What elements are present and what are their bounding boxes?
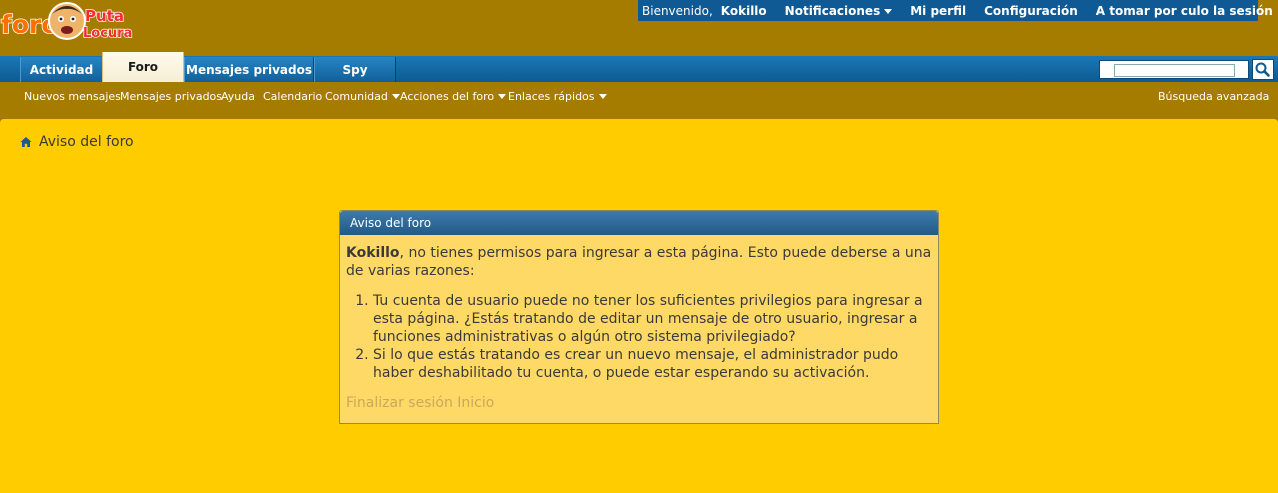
reasons-list: Tu cuenta de usuario puede no tener los … [346, 292, 932, 382]
notifications-menu[interactable]: Notificaciones [785, 4, 893, 18]
subnav-acciones-del-foro[interactable]: Acciones del foro [400, 90, 507, 103]
user-toolbar: Bienvenido, Kokillo Notificaciones Mi pe… [638, 0, 1273, 21]
forum-notice: Aviso del foro Kokillo, no tienes permis… [339, 210, 939, 424]
list-item: Tu cuenta de usuario puede no tener los … [373, 292, 932, 346]
notice-intro-text: , no tienes permisos para ingresar a est… [346, 245, 932, 279]
list-item: Si lo que estás tratando es crear un nue… [373, 346, 932, 382]
subnav-comunidad-label: Comunidad [325, 90, 388, 103]
breadcrumb-current: Aviso del foro [39, 134, 134, 150]
home-icon[interactable] [20, 136, 32, 148]
chevron-down-icon [498, 94, 507, 99]
site-header: foro Puta Locura Bienvenido, Kokillo Not… [0, 0, 1278, 56]
welcome-label: Bienvenido, [642, 3, 713, 18]
notice-username: Kokillo [346, 245, 400, 261]
username-link[interactable]: Kokillo [721, 4, 767, 18]
subnav-nuevos-mensajes[interactable]: Nuevos mensajes [24, 90, 121, 103]
notice-links: Finalizar sesión Inicio [346, 394, 932, 412]
svg-text:Puta: Puta [85, 7, 124, 25]
subnav-enlaces-label: Enlaces rápidos [508, 90, 595, 103]
breadcrumb: Aviso del foro [20, 134, 134, 150]
chevron-down-icon [598, 94, 607, 99]
search-input[interactable] [1114, 64, 1235, 77]
tab-foro[interactable]: Foro [102, 52, 184, 82]
my-profile-link[interactable]: Mi perfil [910, 4, 966, 18]
search-box [1099, 60, 1249, 79]
tab-actividad[interactable]: Actividad [20, 57, 103, 82]
notice-body: Kokillo, no tienes permisos para ingresa… [340, 235, 938, 412]
logout-link[interactable]: A tomar por culo la sesión [1096, 4, 1273, 18]
notice-title: Aviso del foro [340, 211, 938, 235]
svg-text:Locura: Locura [83, 26, 132, 41]
subnav-enlaces-rapidos[interactable]: Enlaces rápidos [508, 90, 607, 103]
tab-spy[interactable]: Spy [314, 57, 396, 82]
home-notice-link[interactable]: Inicio [457, 395, 494, 411]
main-content: Aviso del foro Aviso del foro Kokillo, n… [0, 119, 1278, 493]
advanced-search-link[interactable]: Búsqueda avanzada [1158, 90, 1269, 103]
chevron-down-icon [391, 94, 400, 99]
tab-mensajes-privados[interactable]: Mensajes privados [184, 57, 314, 82]
subnav-mensajes-privados[interactable]: Mensajes privados [120, 90, 222, 103]
notifications-label: Notificaciones [784, 3, 881, 18]
search-icon [1255, 62, 1270, 77]
subnav-comunidad[interactable]: Comunidad [325, 90, 400, 103]
search-button[interactable] [1252, 59, 1274, 80]
logout-notice-link[interactable]: Finalizar sesión [346, 395, 453, 411]
chevron-down-icon [884, 8, 893, 14]
subnav-ayuda[interactable]: Ayuda [221, 90, 255, 103]
site-logo[interactable]: foro Puta Locura [0, 0, 136, 46]
subnav-calendario[interactable]: Calendario [263, 90, 322, 103]
notice-intro: Kokillo, no tienes permisos para ingresa… [346, 244, 932, 280]
settings-link[interactable]: Configuración [984, 4, 1078, 18]
sub-nav: Nuevos mensajes Mensajes privados Ayuda … [0, 82, 1278, 109]
main-nav: Actividad Foro Mensajes privados Spy [0, 52, 1278, 82]
subnav-acciones-label: Acciones del foro [400, 90, 495, 103]
